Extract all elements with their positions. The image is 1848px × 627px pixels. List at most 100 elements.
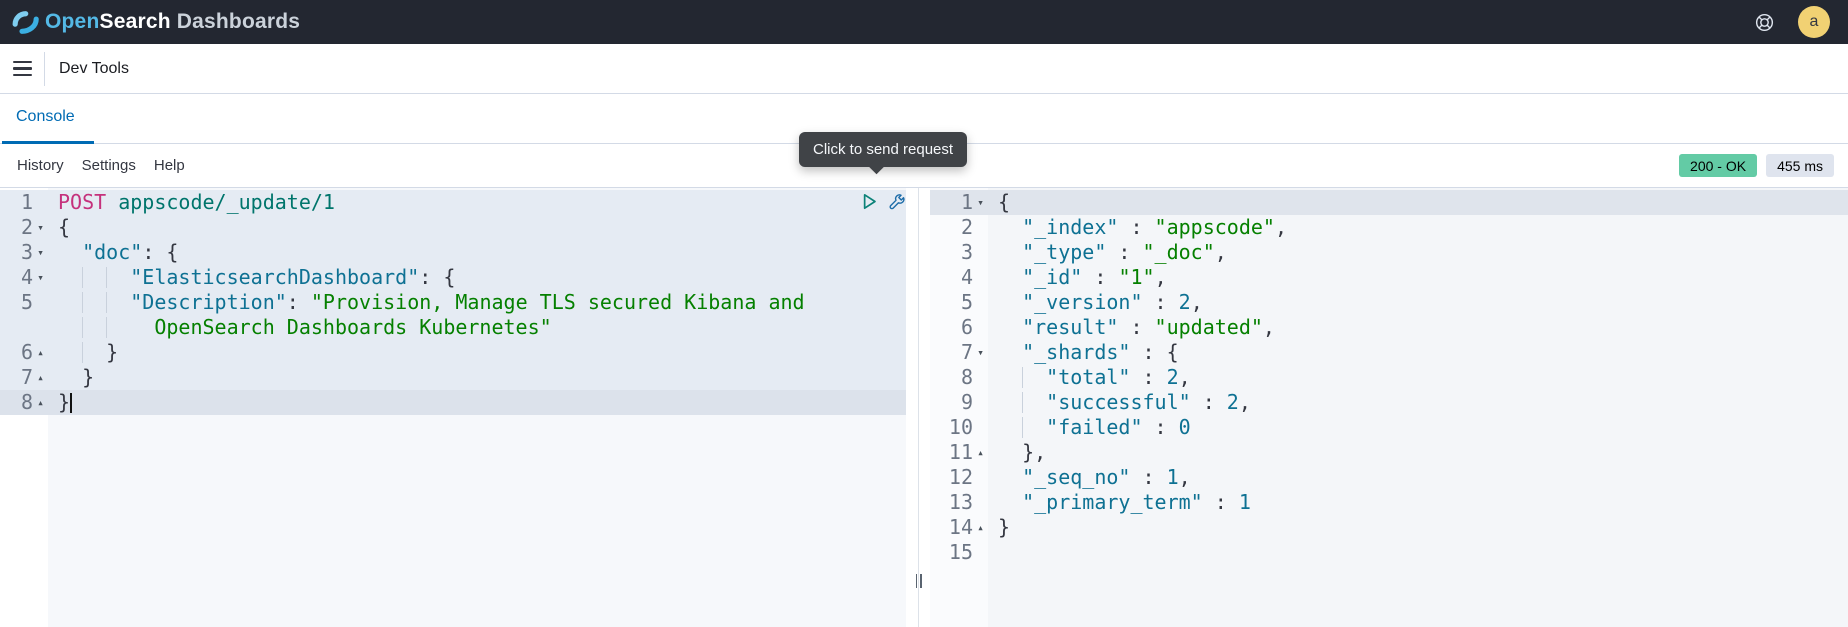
line-gutter: 7▴ [0,365,48,390]
fold-down-icon[interactable]: ▾ [33,240,48,265]
opensearch-logo: OpenSearch Dashboards [12,9,300,36]
line-gutter: 2▾ [0,215,48,240]
code-text[interactable] [988,540,1848,565]
line-gutter: 15 [930,540,988,565]
code-line: 5 "Description": "Provision, Manage TLS … [0,290,906,315]
status-badge: 200 - OK [1679,154,1757,177]
code-text[interactable]: "_id" : "1", [988,265,1848,290]
line-gutter: 8▴ [0,390,48,415]
top-header: OpenSearch Dashboards a [0,0,1848,44]
code-text[interactable]: "_primary_term" : 1 [988,490,1848,515]
line-gutter: 6▴ [0,340,48,365]
send-request-icon[interactable] [860,193,879,212]
code-line: 14▴} [930,515,1848,540]
line-number: 10 [949,415,973,440]
line-gutter [0,315,48,340]
request-editor[interactable]: 1POST appscode/_update/12▾{3▾ "doc": {4▾… [0,188,906,627]
line-gutter: 6 [930,315,988,340]
code-text[interactable]: "Description": "Provision, Manage TLS se… [48,290,906,315]
code-text[interactable]: "_type" : "_doc", [988,240,1848,265]
code-line: 15 [930,540,1848,565]
line-gutter: 9 [930,390,988,415]
indent-guide [106,267,107,288]
code-text[interactable]: } [48,340,906,365]
tab-console[interactable]: Console [16,108,75,126]
line-number: 15 [949,540,973,565]
logo-wordmark: OpenSearch Dashboards [45,10,300,34]
help-icon[interactable] [1755,13,1774,32]
menu-item-help[interactable]: Help [154,157,185,174]
code-text[interactable]: "failed" : 0 [988,415,1848,440]
code-text[interactable]: "total" : 2, [988,365,1848,390]
user-avatar[interactable]: a [1798,6,1830,38]
code-text[interactable]: }, [988,440,1848,465]
panel-divider [906,188,930,627]
breadcrumb[interactable]: Dev Tools [45,60,129,78]
fold-up-icon[interactable]: ▴ [973,440,988,465]
panel-resizer[interactable] [911,572,926,590]
code-line: 13 "_primary_term" : 1 [930,490,1848,515]
code-text[interactable]: "_index" : "appscode", [988,215,1848,240]
code-text[interactable]: } [48,390,906,415]
line-number: 13 [949,490,973,515]
request-actions [860,193,906,212]
line-number: 4 [21,265,33,290]
fold-down-icon[interactable]: ▾ [973,190,988,215]
line-gutter: 10 [930,415,988,440]
line-gutter: 5 [930,290,988,315]
line-number: 1 [21,190,33,215]
code-text[interactable]: "result" : "updated", [988,315,1848,340]
hamburger-icon[interactable] [0,44,44,93]
code-text[interactable]: "_seq_no" : 1, [988,465,1848,490]
line-number: 7 [961,340,973,365]
code-text[interactable]: "ElasticsearchDashboard": { [48,265,906,290]
code-line: 3 "_type" : "_doc", [930,240,1848,265]
code-text[interactable]: "doc": { [48,240,906,265]
line-number: 12 [949,465,973,490]
menu-item-history[interactable]: History [17,157,64,174]
fold-up-icon[interactable]: ▴ [33,340,48,365]
code-text[interactable]: { [988,190,1848,215]
line-gutter: 1▾ [930,190,988,215]
line-number: 6 [21,340,33,365]
code-text[interactable]: "successful" : 2, [988,390,1848,415]
response-viewer[interactable]: 1▾{2 "_index" : "appscode",3 "_type" : "… [930,188,1848,627]
code-text[interactable]: "_version" : 2, [988,290,1848,315]
code-line: 7▴ } [0,365,906,390]
code-line: 6▴ } [0,340,906,365]
line-number: 1 [961,190,973,215]
wrench-icon[interactable] [887,193,906,212]
nav-row: Dev Tools [0,44,1848,94]
code-text[interactable]: } [48,365,906,390]
line-number: 8 [961,365,973,390]
line-gutter: 2 [930,215,988,240]
line-number: 7 [21,365,33,390]
menu-item-settings[interactable]: Settings [82,157,136,174]
line-gutter: 7▾ [930,340,988,365]
code-text[interactable]: OpenSearch Dashboards Kubernetes" [48,315,906,340]
fold-up-icon[interactable]: ▴ [33,365,48,390]
text-cursor [70,393,72,413]
line-gutter: 12 [930,465,988,490]
fold-down-icon[interactable]: ▾ [33,265,48,290]
indent-guide [82,267,83,288]
fold-down-icon[interactable]: ▾ [973,340,988,365]
line-gutter: 3▾ [0,240,48,265]
code-line: 4▾ "ElasticsearchDashboard": { [0,265,906,290]
code-line: 1 POST appscode/_update/1 [0,190,906,215]
fold-down-icon[interactable]: ▾ [33,215,48,240]
line-number: 14 [949,515,973,540]
code-line: OpenSearch Dashboards Kubernetes" [0,315,906,340]
fold-up-icon[interactable]: ▴ [973,515,988,540]
code-text[interactable]: } [988,515,1848,540]
code-text[interactable]: "_shards" : { [988,340,1848,365]
indent-guide [1022,367,1023,388]
code-text[interactable]: POST appscode/_update/1 [48,190,906,215]
indent-guide [106,292,107,313]
code-text[interactable]: { [48,215,906,240]
line-gutter: 4 [930,265,988,290]
code-line: 8 "total" : 2, [930,365,1848,390]
line-gutter: 4▾ [0,265,48,290]
fold-up-icon[interactable]: ▴ [33,390,48,415]
code-line: 1▾{ [930,190,1848,215]
